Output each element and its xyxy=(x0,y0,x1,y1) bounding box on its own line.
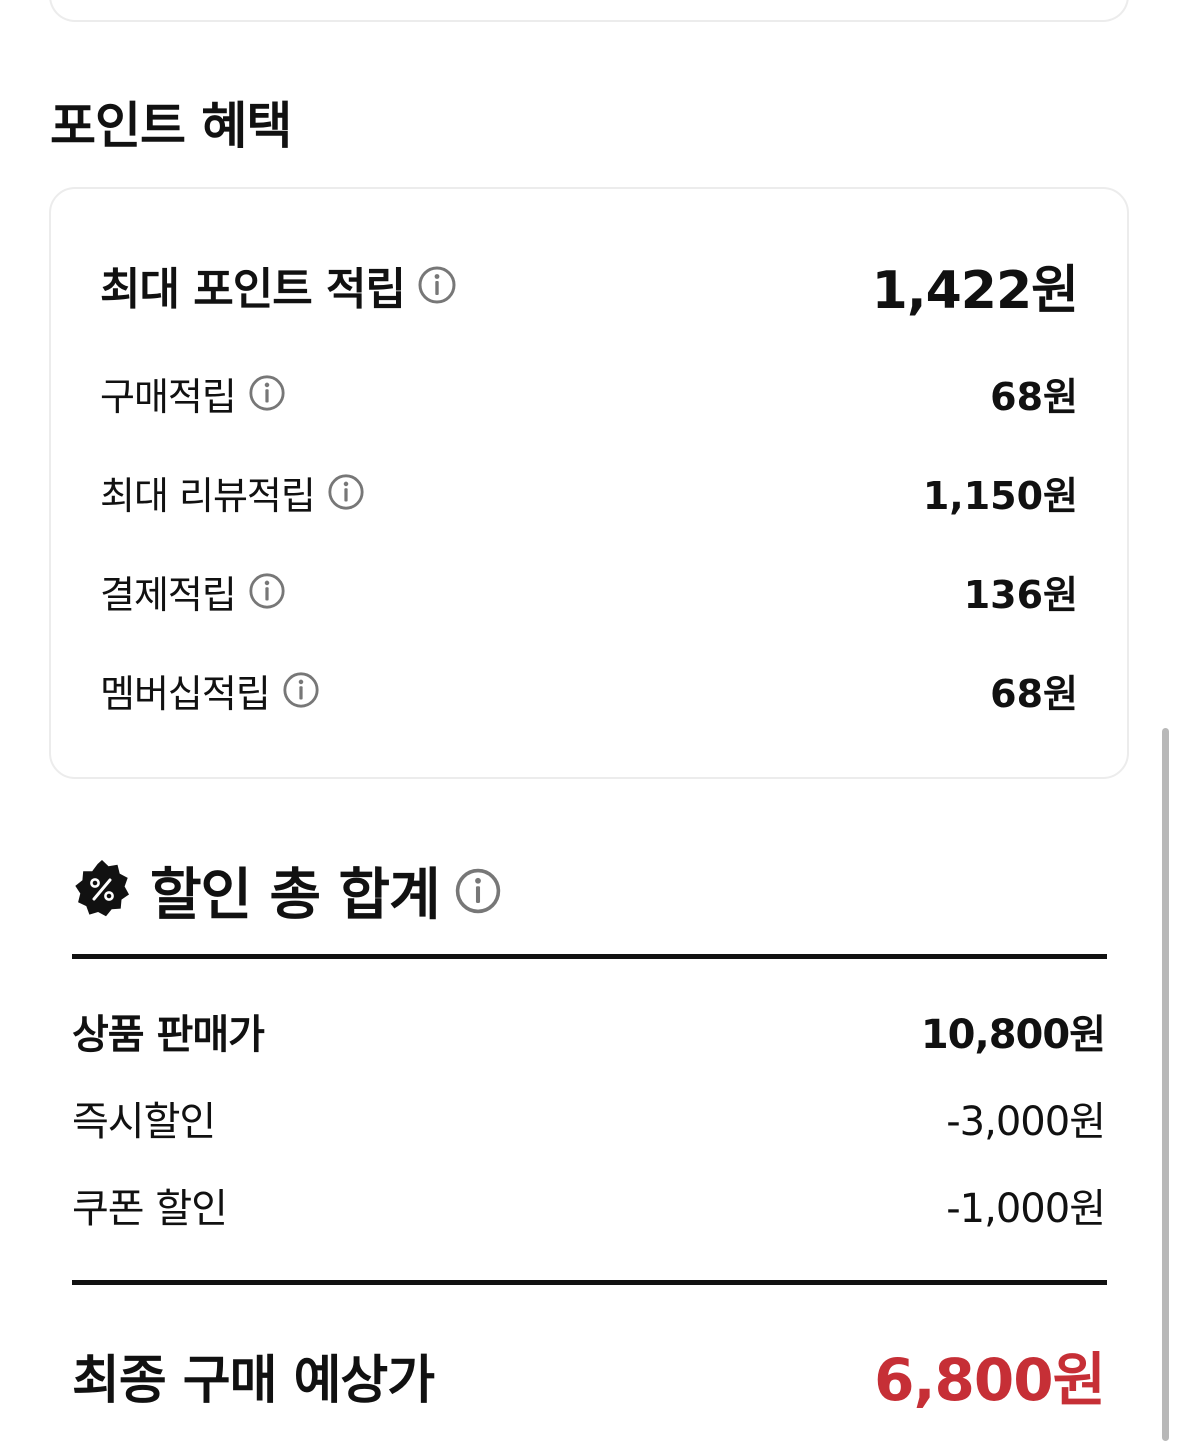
points-item-value: 1,150원 xyxy=(922,473,1078,518)
points-item-label: 결제적립 xyxy=(100,572,237,617)
payment-points-row: 결제적립 136원 xyxy=(100,566,1078,617)
final-price-label: 최종 구매 예상가 xyxy=(72,1350,435,1411)
max-points-row: 최대 포인트 적립 1,422원 xyxy=(100,254,1079,321)
final-price-row: 최종 구매 예상가 6,800원 xyxy=(72,1340,1106,1414)
points-item-label: 최대 리뷰적립 xyxy=(100,473,316,518)
max-points-label: 최대 포인트 적립 xyxy=(100,264,406,315)
divider xyxy=(72,954,1107,959)
discount-row-value: -3,000원 xyxy=(946,1099,1106,1145)
percent-badge-icon xyxy=(72,859,132,923)
final-price-value: 6,800원 xyxy=(874,1346,1106,1414)
discount-row-label: 쿠폰 할인 xyxy=(72,1186,228,1232)
points-section-title: 포인트 혜택 xyxy=(50,97,292,155)
discount-title: 할인 총 합계 xyxy=(150,863,441,928)
points-item-label: 멤버십적립 xyxy=(100,671,271,716)
info-icon[interactable] xyxy=(417,265,457,305)
discount-row-label: 상품 판매가 xyxy=(72,1012,265,1058)
instant-discount-row: 즉시할인 -3,000원 xyxy=(72,1092,1106,1145)
points-item-value: 68원 xyxy=(990,374,1078,419)
discount-header: 할인 총 합계 xyxy=(72,850,502,931)
max-points-value: 1,422원 xyxy=(871,260,1079,321)
points-item-value: 68원 xyxy=(990,671,1078,716)
info-icon[interactable] xyxy=(282,671,320,709)
discount-row-value: -1,000원 xyxy=(946,1186,1106,1232)
sale-price-row: 상품 판매가 10,800원 xyxy=(72,1005,1106,1058)
discount-row-label: 즉시할인 xyxy=(72,1099,216,1145)
info-icon[interactable] xyxy=(454,867,502,915)
info-icon[interactable] xyxy=(327,473,365,511)
discount-row-value: 10,800원 xyxy=(920,1012,1106,1058)
divider xyxy=(72,1280,1107,1285)
purchase-points-row: 구매적립 68원 xyxy=(100,368,1078,419)
coupon-discount-row: 쿠폰 할인 -1,000원 xyxy=(72,1179,1106,1232)
points-item-label: 구매적립 xyxy=(100,374,237,419)
info-icon[interactable] xyxy=(248,572,286,610)
info-icon[interactable] xyxy=(248,374,286,412)
previous-card-bottom xyxy=(49,0,1129,22)
points-item-value: 136원 xyxy=(963,572,1078,617)
membership-points-row: 멤버십적립 68원 xyxy=(100,665,1078,716)
review-points-row: 최대 리뷰적립 1,150원 xyxy=(100,467,1078,518)
scrollbar[interactable] xyxy=(1162,728,1169,1441)
